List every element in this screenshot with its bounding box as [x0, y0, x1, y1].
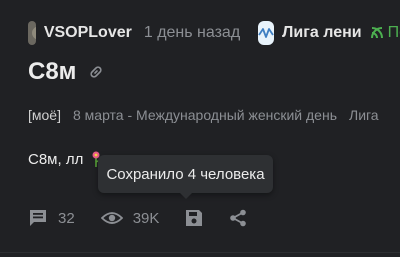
post-header: VSOPLover 1 день назад Лига лени По: [28, 18, 400, 48]
tooltip-text: Сохранило 4 человека: [106, 165, 265, 183]
post-text: С8м, лл: [28, 150, 84, 168]
save-button[interactable]: [185, 209, 203, 227]
tag-8-march[interactable]: 8 марта - Международный женский день: [73, 107, 337, 123]
link-icon[interactable]: [88, 64, 104, 80]
post-tags: [моё] 8 марта - Международный женский де…: [28, 107, 379, 123]
community-logo-icon[interactable]: [258, 21, 275, 45]
post-content: С8м, лл: [28, 150, 103, 168]
user-avatar[interactable]: [28, 21, 36, 45]
share-icon: [230, 209, 247, 227]
tooltip-arrow: [180, 193, 192, 199]
post-time[interactable]: 1 день назад: [144, 24, 240, 42]
tag-moe[interactable]: [моё]: [28, 107, 61, 123]
views-count: 39K: [132, 209, 160, 227]
post-title-row: С8м: [28, 58, 104, 86]
subscribe-icon: [370, 27, 383, 39]
subscribe-button[interactable]: По: [370, 24, 400, 42]
save-tooltip: Сохранило 4 человека: [98, 155, 273, 193]
comments-count: 32: [58, 209, 75, 227]
tag-liga[interactable]: Лига: [349, 107, 379, 123]
eye-icon: [100, 212, 123, 224]
comments-button[interactable]: 32: [28, 208, 75, 228]
comment-icon: [30, 210, 46, 226]
views-stat: 39K: [100, 209, 160, 227]
save-icon: [186, 210, 203, 226]
community-name[interactable]: Лига лени: [282, 24, 361, 42]
share-button[interactable]: [229, 209, 247, 227]
post-title[interactable]: С8м: [28, 58, 76, 86]
post-footer: 32 39K: [28, 205, 247, 231]
author-username[interactable]: VSOPLover: [44, 24, 132, 42]
bottom-divider: [0, 252, 400, 253]
subscribe-label: По: [387, 24, 400, 41]
